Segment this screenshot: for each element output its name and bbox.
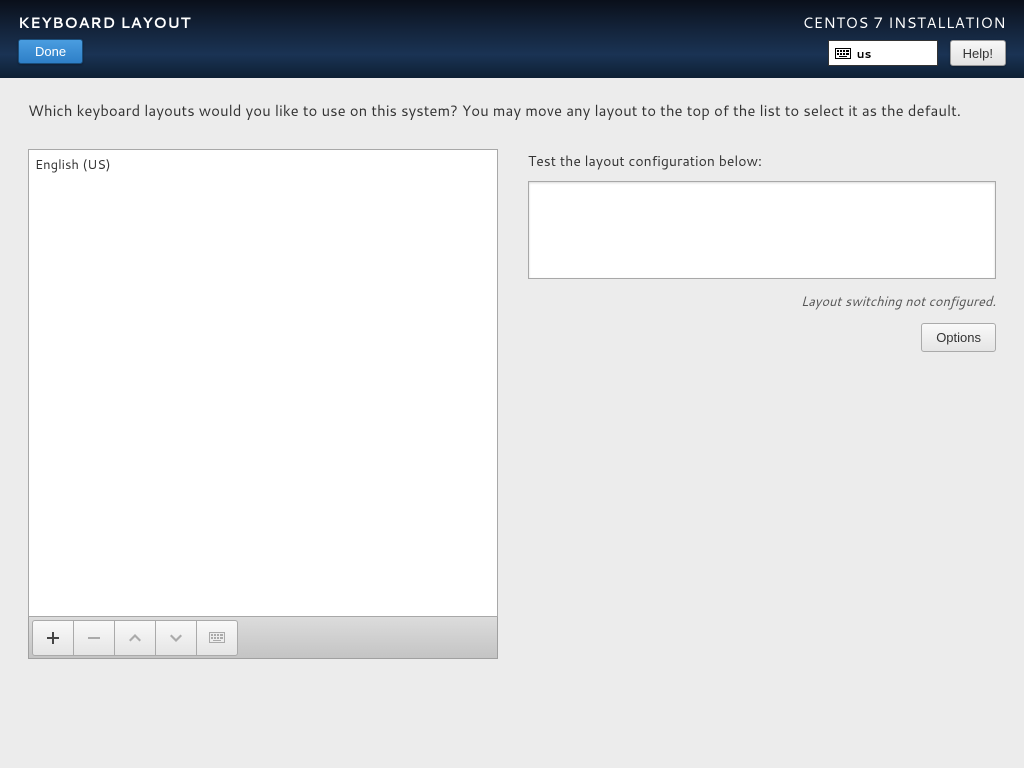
installer-title: CENTOS 7 INSTALLATION	[803, 12, 1006, 33]
options-row: Options	[528, 323, 996, 352]
chevron-up-icon	[129, 634, 141, 642]
layout-item[interactable]: English (US)	[29, 150, 497, 180]
done-button[interactable]: Done	[18, 39, 83, 64]
preview-layout-button[interactable]	[196, 620, 238, 656]
keyboard-icon	[835, 48, 851, 59]
columns: English (US)	[28, 149, 996, 659]
help-button[interactable]: Help!	[950, 40, 1006, 66]
minus-icon	[88, 632, 100, 644]
test-layout-input[interactable]	[528, 181, 996, 279]
keyboard-layout-list[interactable]: English (US)	[28, 149, 498, 617]
options-button[interactable]: Options	[921, 323, 996, 352]
content-area: Which keyboard layouts would you like to…	[0, 78, 1024, 681]
header-right-controls: us Help!	[828, 40, 1006, 66]
add-layout-button[interactable]	[32, 620, 74, 656]
instruction-text: Which keyboard layouts would you like to…	[28, 100, 996, 121]
left-column: English (US)	[28, 149, 498, 659]
move-down-button[interactable]	[155, 620, 197, 656]
keyboard-layout-code: us	[857, 45, 872, 62]
right-column: Test the layout configuration below: Lay…	[528, 149, 996, 659]
keyboard-layout-indicator[interactable]: us	[828, 40, 938, 66]
remove-layout-button[interactable]	[73, 620, 115, 656]
plus-icon	[47, 632, 59, 644]
layout-switching-note: Layout switching not configured.	[528, 293, 996, 311]
header-bar: KEYBOARD LAYOUT Done CENTOS 7 INSTALLATI…	[0, 0, 1024, 78]
layout-toolbar	[28, 617, 498, 659]
move-up-button[interactable]	[114, 620, 156, 656]
chevron-down-icon	[170, 634, 182, 642]
keyboard-icon	[209, 632, 225, 643]
test-layout-label: Test the layout configuration below:	[528, 151, 996, 171]
